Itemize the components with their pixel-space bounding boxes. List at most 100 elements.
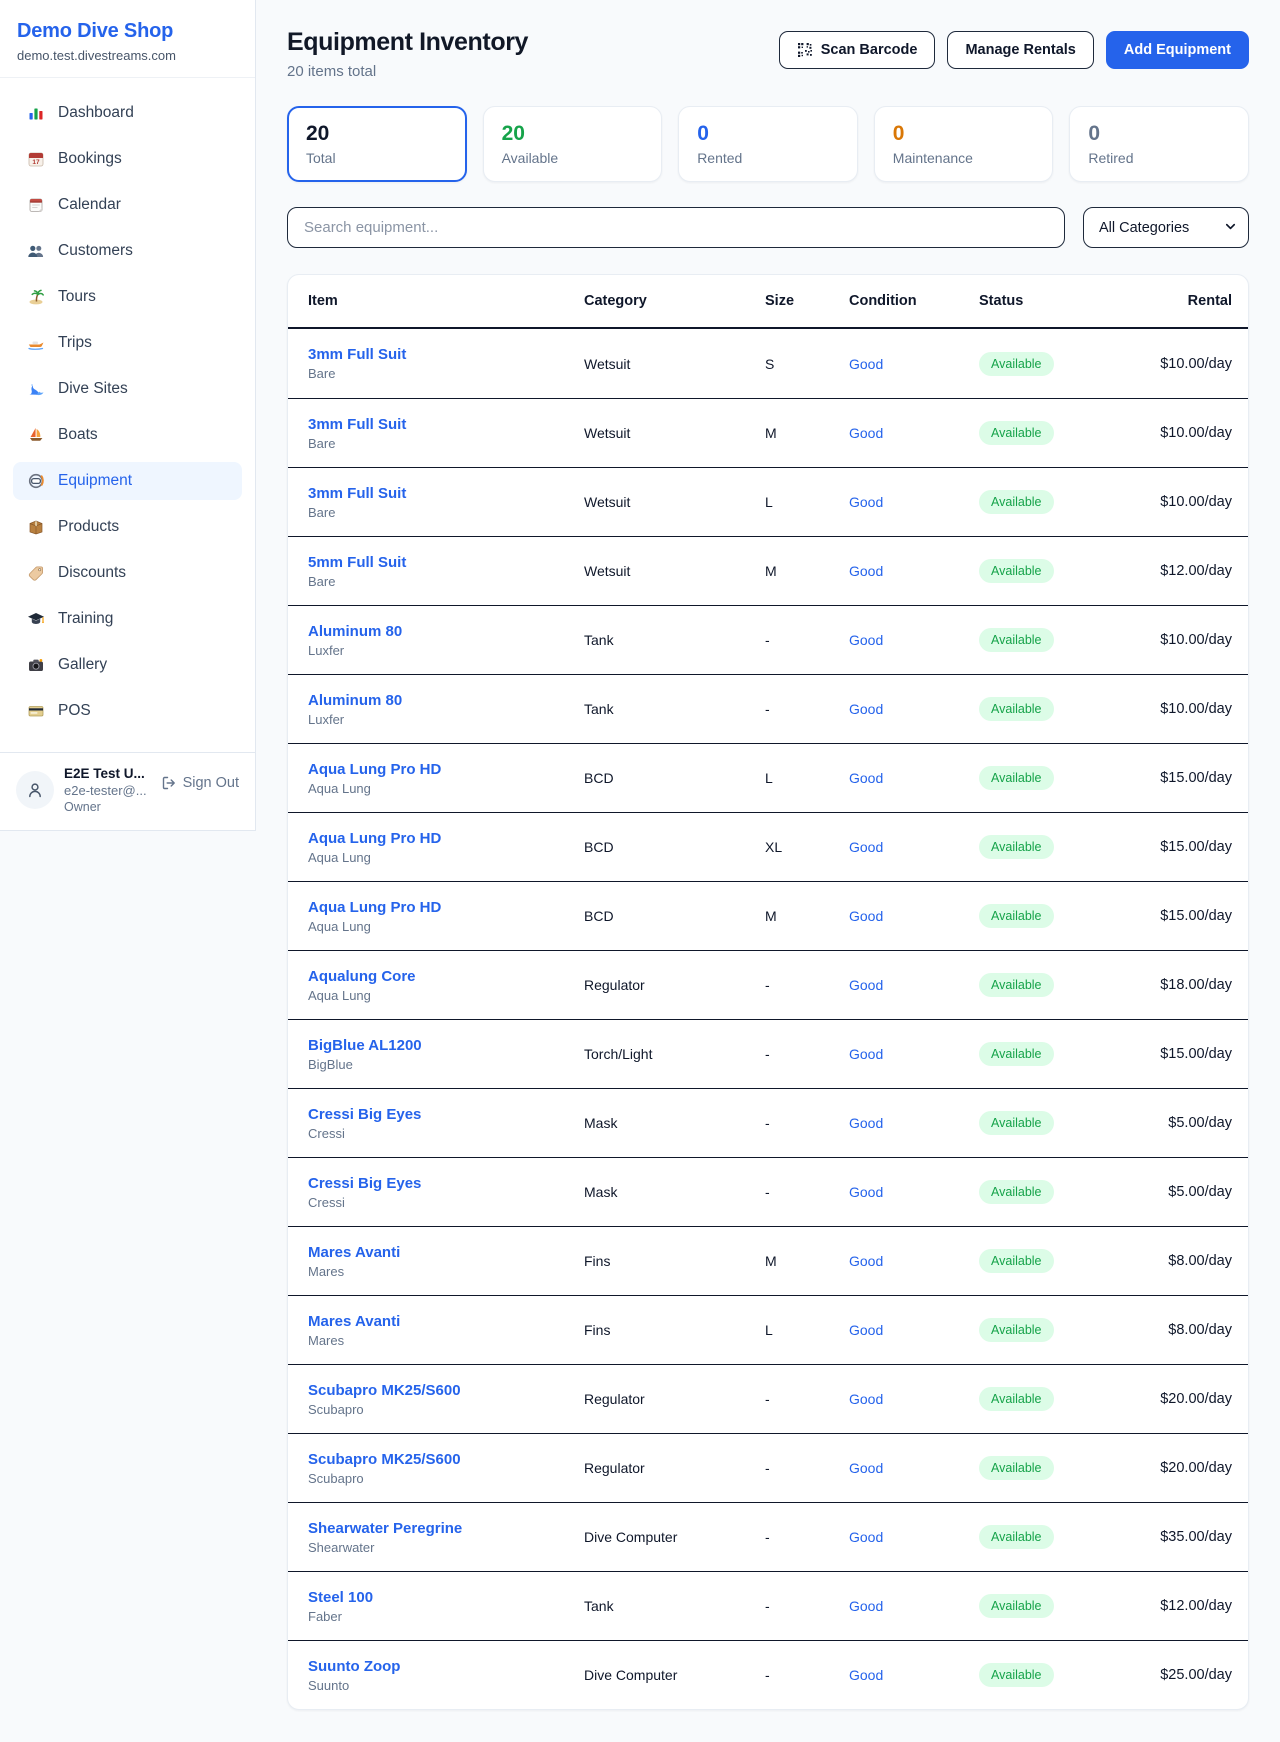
equipment-item-link[interactable]: Aqua Lung Pro HD — [308, 761, 441, 778]
equipment-item-brand: Bare — [308, 574, 584, 589]
sidebar-item-trips[interactable]: Trips — [13, 324, 242, 362]
condition-link[interactable]: Good — [849, 425, 883, 441]
condition-link[interactable]: Good — [849, 563, 883, 579]
equipment-item-link[interactable]: Scubapro MK25/S600 — [308, 1451, 461, 1468]
equipment-item-link[interactable]: Mares Avanti — [308, 1313, 400, 1330]
condition-link[interactable]: Good — [849, 1460, 883, 1476]
sidebar-item-training[interactable]: Training — [13, 600, 242, 638]
rental-price: $15.00/day — [1109, 839, 1232, 855]
sidebar-item-customers[interactable]: Customers — [13, 232, 242, 270]
table-row[interactable]: Scubapro MK25/S600 Scubapro Regulator - … — [288, 1364, 1248, 1433]
sidebar-item-boats[interactable]: Boats — [13, 416, 242, 454]
equipment-item-link[interactable]: Cressi Big Eyes — [308, 1106, 421, 1123]
equipment-item-link[interactable]: Shearwater Peregrine — [308, 1520, 462, 1537]
equipment-item-link[interactable]: Aluminum 80 — [308, 623, 402, 640]
condition-link[interactable]: Good — [849, 1253, 883, 1269]
size-cell: - — [765, 1115, 849, 1131]
equipment-item-link[interactable]: 3mm Full Suit — [308, 485, 406, 502]
sign-out-button[interactable]: Sign Out — [161, 775, 239, 791]
table-row[interactable]: 5mm Full Suit Bare Wetsuit M Good Availa… — [288, 536, 1248, 605]
shop-name[interactable]: Demo Dive Shop — [17, 20, 238, 43]
condition-link[interactable]: Good — [849, 839, 883, 855]
table-row[interactable]: 3mm Full Suit Bare Wetsuit L Good Availa… — [288, 467, 1248, 536]
table-row[interactable]: Shearwater Peregrine Shearwater Dive Com… — [288, 1502, 1248, 1571]
user-role: Owner — [64, 800, 151, 814]
condition-link[interactable]: Good — [849, 356, 883, 372]
sidebar-item-gallery[interactable]: Gallery — [13, 646, 242, 684]
sidebar-item-pos[interactable]: POS — [13, 692, 242, 730]
stat-card-maintenance[interactable]: 0 Maintenance — [874, 106, 1054, 182]
equipment-item-link[interactable]: Scubapro MK25/S600 — [308, 1382, 461, 1399]
equipment-item-link[interactable]: Cressi Big Eyes — [308, 1175, 421, 1192]
scan-barcode-button[interactable]: Scan Barcode — [779, 31, 936, 69]
equipment-item-link[interactable]: Aqua Lung Pro HD — [308, 830, 441, 847]
stat-card-available[interactable]: 20 Available — [483, 106, 663, 182]
sidebar-item-products[interactable]: Products — [13, 508, 242, 546]
table-row[interactable]: Aqua Lung Pro HD Aqua Lung BCD M Good Av… — [288, 881, 1248, 950]
sidebar-item-calendar[interactable]: Calendar — [13, 186, 242, 224]
condition-link[interactable]: Good — [849, 1184, 883, 1200]
sidebar-item-discounts[interactable]: Discounts — [13, 554, 242, 592]
stat-card-total[interactable]: 20 Total — [287, 106, 467, 182]
table-row[interactable]: Steel 100 Faber Tank - Good Available $1… — [288, 1571, 1248, 1640]
condition-link[interactable]: Good — [849, 1598, 883, 1614]
condition-link[interactable]: Good — [849, 494, 883, 510]
sidebar-item-dashboard[interactable]: Dashboard — [13, 94, 242, 132]
stat-value-retired: 0 — [1088, 122, 1230, 146]
condition-link[interactable]: Good — [849, 770, 883, 786]
table-row[interactable]: Aluminum 80 Luxfer Tank - Good Available… — [288, 605, 1248, 674]
sidebar-item-bookings[interactable]: 17 Bookings — [13, 140, 242, 178]
equipment-item-link[interactable]: 3mm Full Suit — [308, 416, 406, 433]
equipment-item-link[interactable]: BigBlue AL1200 — [308, 1037, 422, 1054]
table-row[interactable]: Scubapro MK25/S600 Scubapro Regulator - … — [288, 1433, 1248, 1502]
sidebar-item-equipment[interactable]: Equipment — [13, 462, 242, 500]
column-header-condition: Condition — [849, 293, 979, 309]
package-icon — [26, 517, 46, 537]
equipment-item-link[interactable]: 3mm Full Suit — [308, 346, 406, 363]
table-row[interactable]: 3mm Full Suit Bare Wetsuit S Good Availa… — [288, 329, 1248, 398]
add-equipment-button[interactable]: Add Equipment — [1106, 31, 1249, 69]
condition-link[interactable]: Good — [849, 977, 883, 993]
condition-link[interactable]: Good — [849, 1391, 883, 1407]
search-input[interactable] — [287, 207, 1065, 248]
equipment-item-link[interactable]: Steel 100 — [308, 1589, 373, 1606]
stat-card-retired[interactable]: 0 Retired — [1069, 106, 1249, 182]
equipment-item-link[interactable]: 5mm Full Suit — [308, 554, 406, 571]
rental-price: $5.00/day — [1109, 1115, 1232, 1131]
condition-link[interactable]: Good — [849, 1115, 883, 1131]
table-row[interactable]: Suunto Zoop Suunto Dive Computer - Good … — [288, 1640, 1248, 1709]
manage-rentals-button[interactable]: Manage Rentals — [947, 31, 1093, 69]
condition-link[interactable]: Good — [849, 632, 883, 648]
table-row[interactable]: Cressi Big Eyes Cressi Mask - Good Avail… — [288, 1157, 1248, 1226]
condition-link[interactable]: Good — [849, 1322, 883, 1338]
equipment-item-link[interactable]: Aluminum 80 — [308, 692, 402, 709]
table-row[interactable]: Aqua Lung Pro HD Aqua Lung BCD XL Good A… — [288, 812, 1248, 881]
sidebar-item-dive-sites[interactable]: Dive Sites — [13, 370, 242, 408]
table-row[interactable]: Mares Avanti Mares Fins L Good Available… — [288, 1295, 1248, 1364]
equipment-item-link[interactable]: Suunto Zoop — [308, 1658, 400, 1675]
equipment-item-link[interactable]: Aqualung Core — [308, 968, 416, 985]
equipment-item-link[interactable]: Aqua Lung Pro HD — [308, 899, 441, 916]
svg-text:17: 17 — [32, 159, 40, 166]
graduation-cap-icon — [26, 609, 46, 629]
table-row[interactable]: Aluminum 80 Luxfer Tank - Good Available… — [288, 674, 1248, 743]
stat-card-rented[interactable]: 0 Rented — [678, 106, 858, 182]
sidebar-item-tours[interactable]: Tours — [13, 278, 242, 316]
category-filter-select[interactable]: All Categories — [1083, 207, 1249, 248]
condition-link[interactable]: Good — [849, 908, 883, 924]
condition-link[interactable]: Good — [849, 1529, 883, 1545]
table-row[interactable]: Cressi Big Eyes Cressi Mask - Good Avail… — [288, 1088, 1248, 1157]
category-cell: Regulator — [584, 1460, 765, 1476]
equipment-item-link[interactable]: Mares Avanti — [308, 1244, 400, 1261]
column-header-item: Item — [308, 293, 584, 309]
category-cell: Regulator — [584, 1391, 765, 1407]
table-row[interactable]: Mares Avanti Mares Fins M Good Available… — [288, 1226, 1248, 1295]
table-row[interactable]: 3mm Full Suit Bare Wetsuit M Good Availa… — [288, 398, 1248, 467]
condition-link[interactable]: Good — [849, 1667, 883, 1683]
condition-link[interactable]: Good — [849, 1046, 883, 1062]
table-row[interactable]: Aqualung Core Aqua Lung Regulator - Good… — [288, 950, 1248, 1019]
table-row[interactable]: BigBlue AL1200 BigBlue Torch/Light - Goo… — [288, 1019, 1248, 1088]
table-row[interactable]: Aqua Lung Pro HD Aqua Lung BCD L Good Av… — [288, 743, 1248, 812]
stat-value-total: 20 — [306, 122, 448, 146]
condition-link[interactable]: Good — [849, 701, 883, 717]
